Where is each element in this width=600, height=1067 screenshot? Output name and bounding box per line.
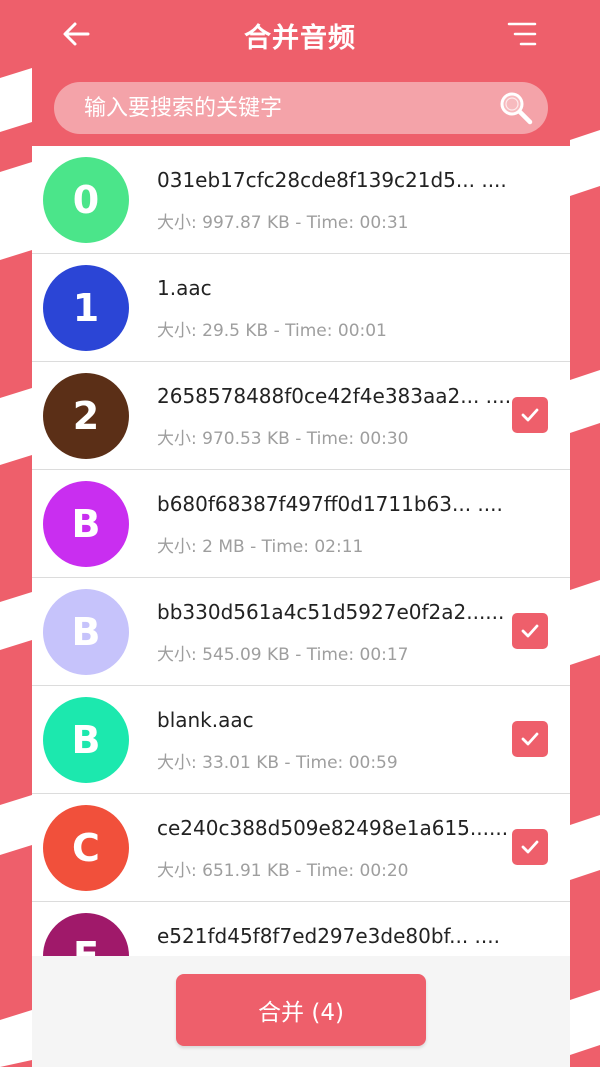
avatar: C: [43, 805, 129, 891]
search-icon: [500, 92, 533, 125]
avatar: 2: [43, 373, 129, 459]
file-name: 1.aac: [157, 276, 212, 300]
file-name: bb330d561a4c51d5927e0f2a2......: [157, 600, 505, 624]
sort-menu-button[interactable]: [502, 14, 542, 54]
page-title: 合并音频: [244, 22, 356, 54]
list-item[interactable]: B b680f68387f497ff0d1711b63... .... 大小: …: [32, 470, 570, 578]
arrow-left-icon: [63, 22, 90, 46]
search-input[interactable]: [82, 94, 498, 122]
file-checkbox[interactable]: [512, 397, 548, 433]
app-header: 合并音频: [0, 0, 600, 70]
search-button[interactable]: [498, 90, 534, 126]
avatar: 0: [43, 157, 129, 243]
file-meta: 大小: 545.09 KB - Time: 00:17: [157, 645, 409, 665]
checkmark-icon: [521, 840, 539, 854]
list-item[interactable]: E e521fd45f8f7ed297e3de80bf... ....: [32, 902, 570, 956]
list-item[interactable]: B bb330d561a4c51d5927e0f2a2...... 大小: 54…: [32, 578, 570, 686]
avatar: 1: [43, 265, 129, 351]
sort-lines-icon: [507, 22, 537, 46]
avatar: B: [43, 589, 129, 675]
file-name: blank.aac: [157, 708, 254, 732]
avatar: B: [43, 697, 129, 783]
file-meta: 大小: 33.01 KB - Time: 00:59: [157, 753, 398, 773]
file-meta: 大小: 997.87 KB - Time: 00:31: [157, 213, 409, 233]
audio-file-list: 0 031eb17cfc28cde8f139c21d5... .... 大小: …: [32, 146, 570, 956]
list-item[interactable]: C ce240c388d509e82498e1a615...... 大小: 65…: [32, 794, 570, 902]
file-meta: 大小: 2 MB - Time: 02:11: [157, 537, 364, 557]
file-checkbox[interactable]: [512, 721, 548, 757]
list-item[interactable]: 2 2658578488f0ce42f4e383aa2... .... 大小: …: [32, 362, 570, 470]
checkmark-icon: [521, 624, 539, 638]
file-name: ce240c388d509e82498e1a615......: [157, 816, 509, 840]
file-checkbox[interactable]: [512, 829, 548, 865]
search-bar: [54, 82, 548, 134]
list-item[interactable]: 0 031eb17cfc28cde8f139c21d5... .... 大小: …: [32, 146, 570, 254]
file-meta: 大小: 970.53 KB - Time: 00:30: [157, 429, 409, 449]
merge-button[interactable]: 合并 (4): [176, 974, 426, 1046]
file-name: 2658578488f0ce42f4e383aa2... ....: [157, 384, 512, 408]
file-meta: 大小: 29.5 KB - Time: 00:01: [157, 321, 387, 341]
list-item[interactable]: 1 1.aac 大小: 29.5 KB - Time: 00:01: [32, 254, 570, 362]
file-meta: 大小: 651.91 KB - Time: 00:20: [157, 861, 409, 881]
bottom-bar: 合并 (4): [32, 956, 570, 1067]
file-checkbox[interactable]: [512, 613, 548, 649]
avatar: E: [43, 913, 129, 956]
back-button[interactable]: [56, 14, 96, 54]
file-name: b680f68387f497ff0d1711b63... ....: [157, 492, 503, 516]
checkmark-icon: [521, 408, 539, 422]
list-item[interactable]: B blank.aac 大小: 33.01 KB - Time: 00:59: [32, 686, 570, 794]
checkmark-icon: [521, 732, 539, 746]
file-name: 031eb17cfc28cde8f139c21d5... ....: [157, 168, 507, 192]
avatar: B: [43, 481, 129, 567]
file-name: e521fd45f8f7ed297e3de80bf... ....: [157, 924, 500, 948]
